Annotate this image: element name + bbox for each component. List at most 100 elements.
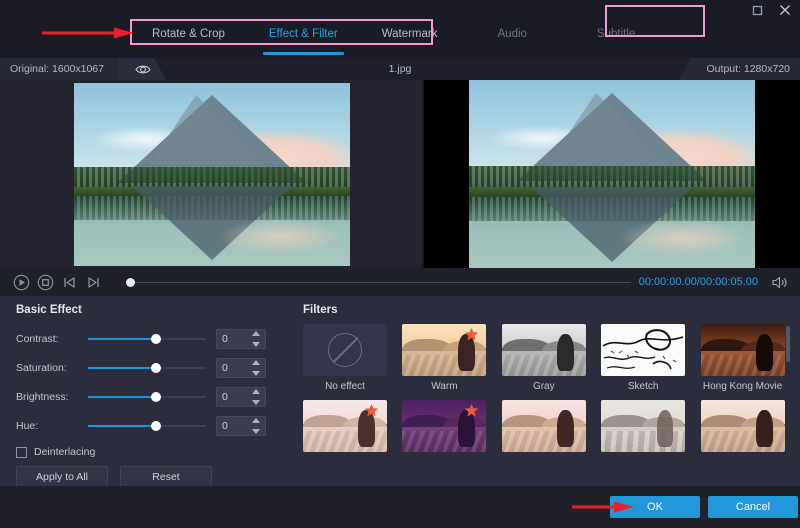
preview-divider [422,80,424,268]
filter-thumbnail [502,324,586,376]
filter-item-pink[interactable] [502,400,587,457]
stepper-up-icon[interactable] [252,418,260,423]
cancel-button[interactable]: Cancel [708,496,798,518]
slider-thumb[interactable] [151,392,161,402]
output-preview-pane [423,80,800,268]
slider-fill [88,338,156,340]
deinterlacing-label: Deinterlacing [34,446,95,458]
filters-title: Filters [303,304,786,316]
filter-label: Hong Kong Movie [701,381,785,392]
filter-item-pale[interactable] [303,400,388,457]
filter-thumbnail [402,324,486,376]
filter-item-warm[interactable]: Warm [402,324,487,392]
filters-scrollbar[interactable] [786,326,790,476]
ok-button[interactable]: OK [610,496,700,518]
contrast-slider[interactable] [88,331,206,347]
eye-icon[interactable] [132,60,154,78]
basic-effect-title: Basic Effect [16,304,284,316]
no-effect-icon [328,333,362,367]
filter-thumbnail [502,400,586,452]
hue-row: Hue: 0 [16,413,284,439]
tab-label: Effect & Filter [269,20,338,48]
filter-item-no-effect[interactable]: No effect [303,324,388,392]
dialog-footer: OK Cancel [0,486,800,528]
filter-thumbnail [303,400,387,452]
contrast-row: Contrast: 0 [16,326,284,352]
stepper-down-icon[interactable] [252,342,260,347]
reset-button[interactable]: Reset [120,466,212,487]
brightness-slider[interactable] [88,389,206,405]
slider-thumb[interactable] [151,363,161,373]
saturation-slider[interactable] [88,360,206,376]
slider-thumb[interactable] [151,334,161,344]
filter-item-gray[interactable]: Gray [502,324,587,392]
filter-thumbnail [701,400,785,452]
tab-list: Rotate & Crop Effect & Filter Watermark … [130,20,667,58]
output-preview-image [469,80,755,268]
slider-thumb[interactable] [151,421,161,431]
volume-icon[interactable] [768,271,790,293]
window-controls [748,1,794,19]
contrast-label: Contrast: [16,333,88,345]
filter-label: Warm [402,381,486,392]
original-preview-pane [0,80,423,268]
deinterlacing-checkbox[interactable]: Deinterlacing [16,446,284,458]
hue-label: Hue: [16,420,88,432]
filter-item-hong-kong-movie[interactable]: Hong Kong Movie [701,324,786,392]
saturation-value: 0 [222,359,228,377]
brightness-stepper[interactable]: 0 [216,387,266,407]
saturation-label: Saturation: [16,362,88,374]
tab-audio[interactable]: Audio [460,20,565,48]
filter-item-sketch[interactable]: Sketch [601,324,686,392]
filter-label: No effect [303,381,387,392]
brightness-label: Brightness: [16,391,88,403]
filter-item-purple[interactable] [402,400,487,457]
tab-label: Rotate & Crop [152,20,225,48]
filter-thumbnail [601,324,685,376]
seek-bar[interactable] [124,271,631,293]
stop-icon[interactable] [34,271,56,293]
seek-thumb[interactable] [126,278,135,287]
filter-label: Gray [502,381,586,392]
filter-grid: No effect Warm [303,324,786,457]
tab-label: Subtitle [597,20,635,48]
title-bar [0,0,800,20]
maximize-icon[interactable] [748,1,766,19]
hue-slider[interactable] [88,418,206,434]
stepper-down-icon[interactable] [252,429,260,434]
brightness-value: 0 [222,388,228,406]
timecode-label: 00:00:00.00/00:00:05.00 [639,276,758,288]
stepper-down-icon[interactable] [252,371,260,376]
tab-watermark[interactable]: Watermark [360,20,460,48]
filters-scrollbar-thumb[interactable] [786,326,790,362]
previous-frame-icon[interactable] [58,271,80,293]
apply-to-all-button[interactable]: Apply to All [16,466,108,487]
stepper-up-icon[interactable] [252,360,260,365]
original-preview-image [74,83,350,266]
star-icon [364,403,379,418]
stepper-up-icon[interactable] [252,389,260,394]
hue-stepper[interactable]: 0 [216,416,266,436]
tab-subtitle[interactable]: Subtitle [565,20,667,48]
tab-effect-and-filter[interactable]: Effect & Filter [247,20,360,48]
star-icon [464,327,479,342]
contrast-value: 0 [222,330,228,348]
stepper-down-icon[interactable] [252,400,260,405]
filter-thumbnail [701,324,785,376]
slider-fill [88,396,156,398]
star-icon [464,403,479,418]
filter-thumbnail [402,400,486,452]
next-frame-icon[interactable] [82,271,104,293]
play-icon[interactable] [10,271,32,293]
stepper-up-icon[interactable] [252,331,260,336]
close-icon[interactable] [776,1,794,19]
contrast-stepper[interactable]: 0 [216,329,266,349]
slider-fill [88,367,156,369]
filter-item-sepia[interactable] [701,400,786,457]
tab-rotate-and-crop[interactable]: Rotate & Crop [130,20,247,48]
saturation-stepper[interactable]: 0 [216,358,266,378]
filter-thumbnail [601,400,685,452]
tab-label: Audio [498,20,527,48]
image-info-bar: Original: 1600x1067 1.jpg Output: 1280x7… [0,58,800,80]
filter-item-faded[interactable] [601,400,686,457]
